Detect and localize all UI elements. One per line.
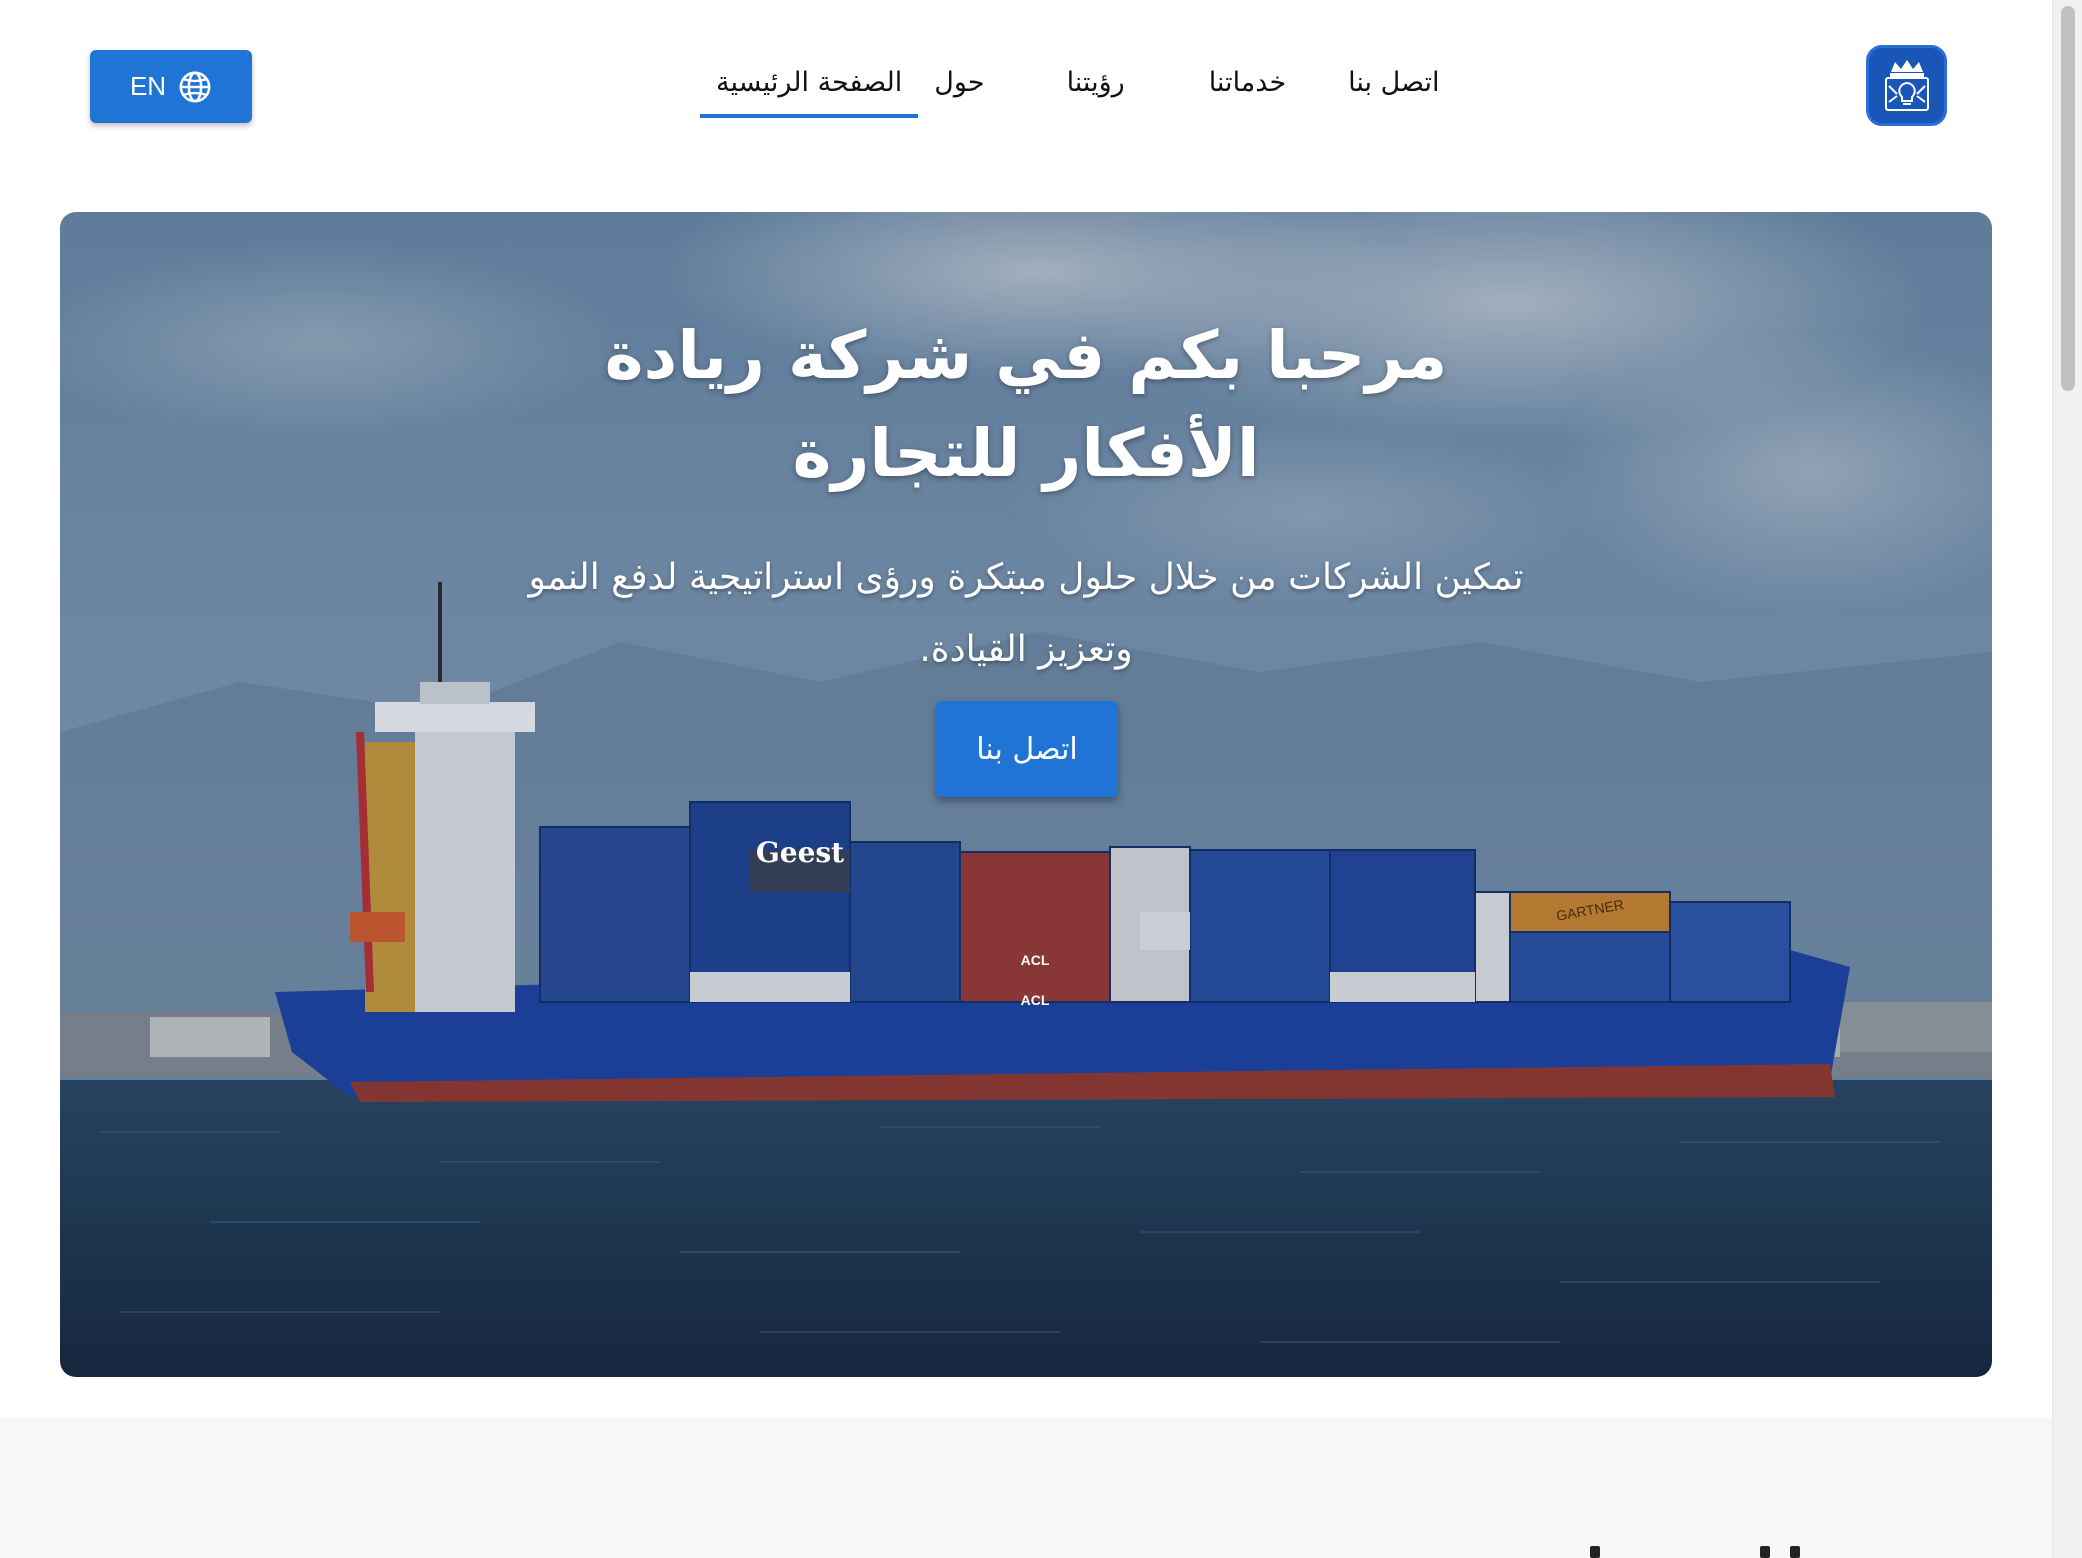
language-label: EN bbox=[129, 71, 167, 101]
site-header: EN الصفحة الرئيسية حول رؤيتنا خدماتنا ات… bbox=[0, 0, 2052, 172]
nav-item-home[interactable]: الصفحة الرئيسية bbox=[700, 55, 919, 118]
hero-title: مرحبا بكم في شركة ريادة الأفكار للتجارة bbox=[604, 317, 1448, 492]
nav-item-about[interactable]: حول bbox=[918, 55, 1000, 114]
container-label-geest: Geest bbox=[755, 836, 845, 869]
contact-us-button[interactable]: اتصل بنا bbox=[936, 701, 1118, 797]
hero-subtitle: تمكين الشركات من خلال حلول مبتكرة ورؤى ا… bbox=[528, 557, 1524, 670]
main-nav: الصفحة الرئيسية حول رؤيتنا خدماتنا اتصل … bbox=[700, 55, 1450, 125]
brand-logo[interactable] bbox=[1866, 45, 1947, 126]
section-heading-glimpse bbox=[1590, 1546, 1830, 1558]
nav-item-contact[interactable]: اتصل بنا bbox=[1332, 55, 1455, 114]
next-section bbox=[0, 1418, 2052, 1558]
container-label-acl-lower: ACL bbox=[1020, 992, 1050, 1008]
nav-item-services[interactable]: خدماتنا bbox=[1193, 55, 1302, 114]
container-label-acl-upper: ACL bbox=[1020, 952, 1050, 968]
crown-lightbulb-icon bbox=[1884, 59, 1929, 111]
language-toggle-button[interactable]: EN bbox=[90, 50, 252, 123]
page: EN الصفحة الرئيسية حول رؤيتنا خدماتنا ات… bbox=[0, 0, 2082, 1558]
hero-banner: مرحبا بكم في شركة ريادة الأفكار للتجارة … bbox=[60, 212, 1992, 1377]
nav-item-vision[interactable]: رؤيتنا bbox=[1051, 55, 1141, 114]
scrollbar-thumb[interactable] bbox=[2061, 6, 2075, 391]
globe-icon bbox=[179, 71, 211, 102]
page-scrollbar[interactable] bbox=[2052, 0, 2082, 1558]
